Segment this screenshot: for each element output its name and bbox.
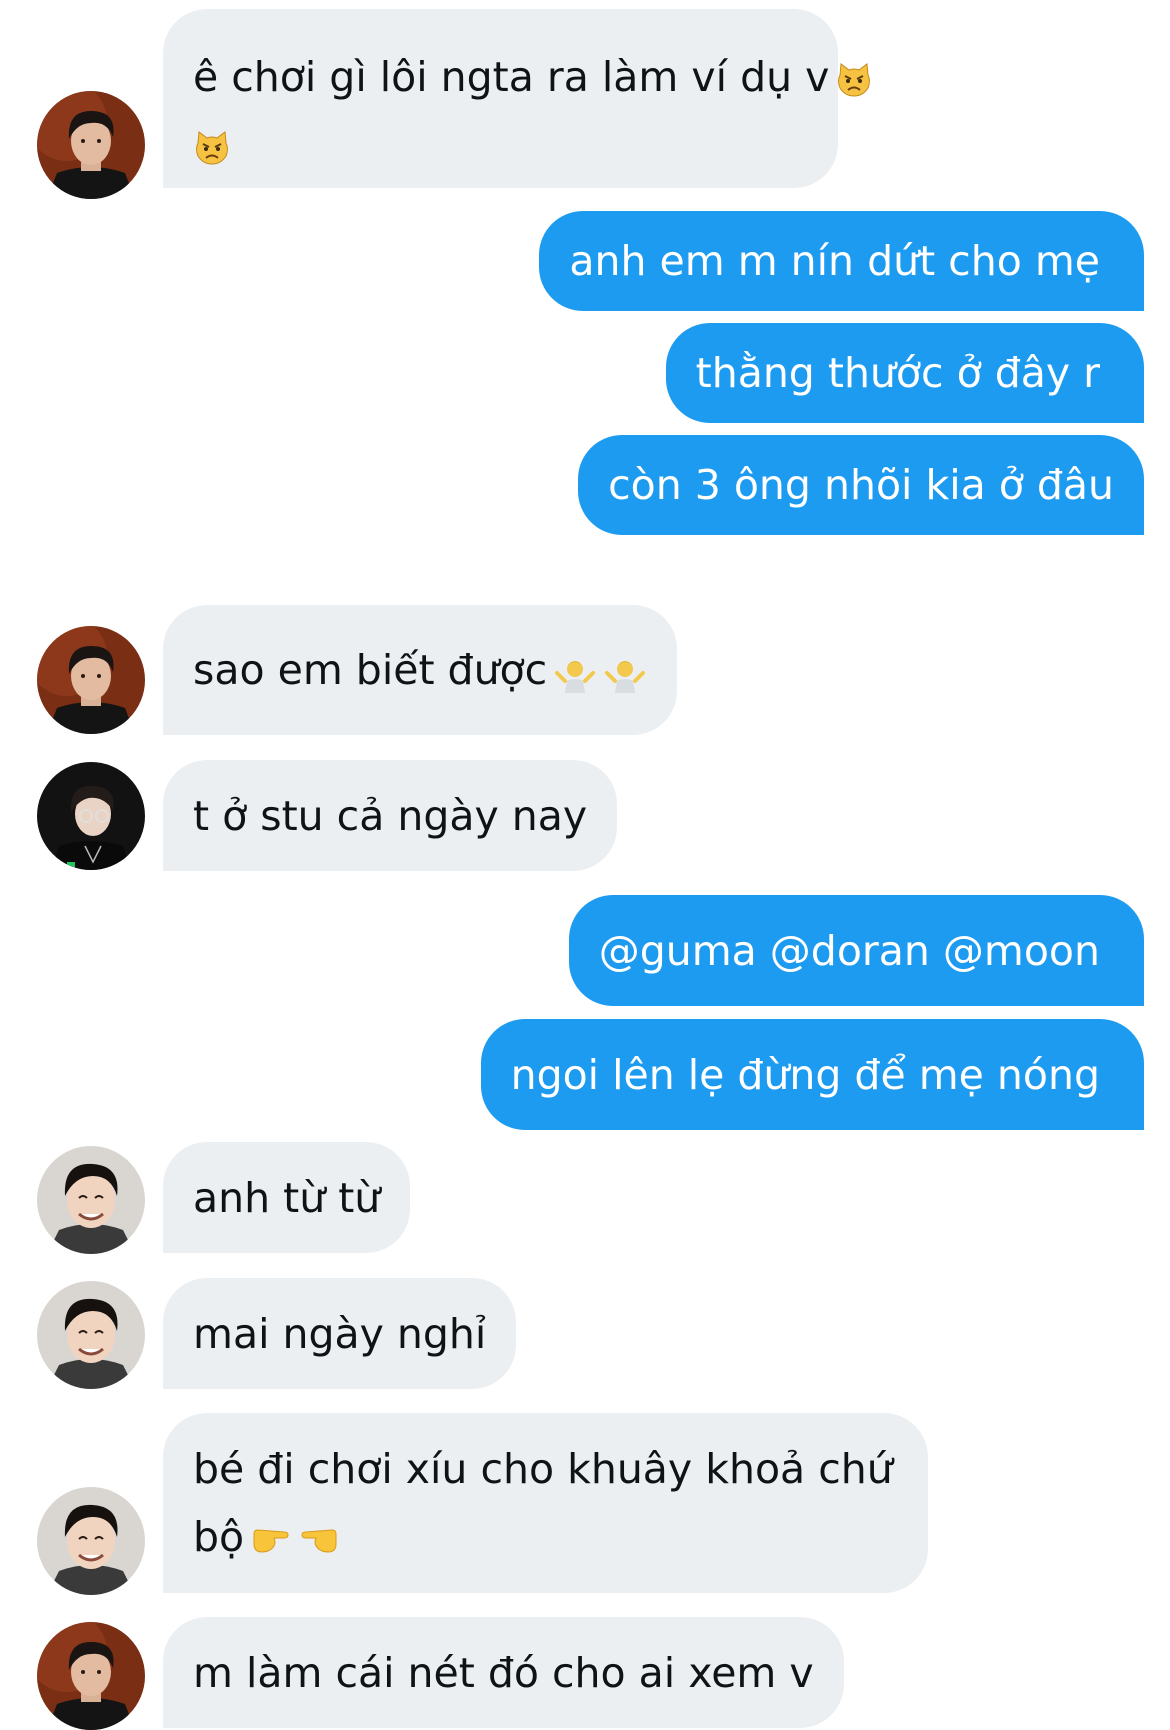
pouting-cat-emoji <box>193 129 231 167</box>
message-text: ngoi lên lẹ đừng để mẹ nóng <box>510 1051 1100 1099</box>
message-text: @guma @doran @moon <box>598 927 1100 975</box>
message-text: thằng thước ở đây r <box>695 349 1100 397</box>
avatar[interactable] <box>37 1281 145 1389</box>
message-bubble-incoming[interactable]: m làm cái nét đó cho ai xem v <box>163 1617 844 1728</box>
message-bubble-incoming[interactable]: bé đi chơi xíu cho khuây khoả chứ bộ <box>163 1413 928 1593</box>
message-bubble-outgoing[interactable]: còn 3 ông nhõi kia ở đâu <box>578 435 1144 535</box>
message-text: anh em m nín dứt cho mẹ <box>569 237 1100 285</box>
message-bubble-incoming[interactable]: ê chơi gì lôi ngta ra làm ví dụ v <box>163 9 871 188</box>
pouting-cat-emoji <box>835 61 873 99</box>
message-text: ê chơi gì lôi ngta ra làm ví dụ v <box>193 53 830 101</box>
person-shrugging-emoji <box>603 653 647 693</box>
message-text: bộ <box>193 1513 245 1561</box>
message-bubble-outgoing[interactable]: thằng thước ở đây r <box>665 323 1144 423</box>
message-bubble-outgoing[interactable]: anh em m nín dứt cho mẹ <box>539 211 1144 311</box>
message-text: anh từ từ <box>193 1174 381 1222</box>
message-text: sao em biết được <box>193 646 548 694</box>
person-shrugging-emoji <box>553 653 597 693</box>
avatar[interactable] <box>37 1146 145 1254</box>
message-bubble-outgoing[interactable]: ngoi lên lẹ đừng để mẹ nóng <box>480 1019 1144 1130</box>
avatar[interactable] <box>37 1487 145 1595</box>
message-bubble-incoming[interactable]: t ở stu cả ngày nay <box>163 760 618 871</box>
message-bubble-incoming[interactable]: sao em biết được <box>163 605 678 735</box>
chat-thread: ê chơi gì lôi ngta ra làm ví dụ v anh em… <box>0 0 1170 1730</box>
backhand-pointing-left-emoji <box>298 1524 340 1556</box>
avatar[interactable] <box>37 91 145 199</box>
avatar[interactable] <box>37 1622 145 1730</box>
avatar[interactable] <box>37 762 145 870</box>
message-bubble-incoming[interactable]: mai ngày nghỉ <box>163 1278 517 1389</box>
message-text: còn 3 ông nhõi kia ở đâu <box>608 461 1114 509</box>
avatar[interactable] <box>37 626 145 734</box>
message-bubble-outgoing[interactable]: @guma @doran @moon <box>568 895 1144 1006</box>
message-text: t ở stu cả ngày nay <box>193 792 588 840</box>
message-text: bé đi chơi xíu cho khuây khoả chứ <box>193 1445 893 1493</box>
message-text: mai ngày nghỉ <box>193 1310 487 1358</box>
message-text: m làm cái nét đó cho ai xem v <box>193 1649 814 1697</box>
backhand-pointing-right-emoji <box>250 1524 292 1556</box>
message-bubble-incoming[interactable]: anh từ từ <box>163 1142 411 1253</box>
